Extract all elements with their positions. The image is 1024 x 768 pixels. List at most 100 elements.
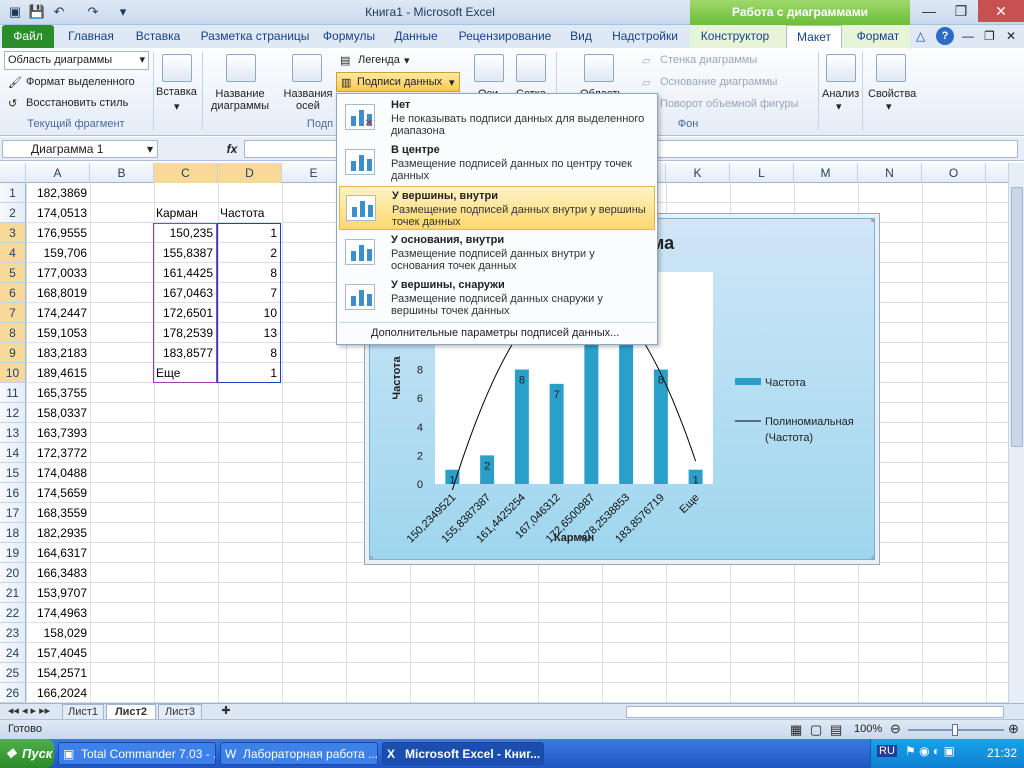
row-header-8[interactable]: 8	[0, 323, 26, 343]
language-indicator[interactable]: RU	[877, 745, 897, 757]
x-axis-title[interactable]: Карман	[554, 532, 594, 544]
help-icon[interactable]: ?	[936, 27, 954, 45]
row-header-9[interactable]: 9	[0, 343, 26, 363]
legend-button[interactable]: Легенда	[358, 54, 400, 66]
insert-button[interactable]: Вставка	[156, 86, 197, 98]
row-header-6[interactable]: 6	[0, 283, 26, 303]
chart-title-icon[interactable]	[226, 54, 256, 82]
cell-a22[interactable]: 174,4963	[26, 603, 90, 623]
analysis-icon[interactable]	[826, 54, 856, 82]
page-break-view-icon[interactable]: ▤	[830, 722, 842, 738]
row-header-2[interactable]: 2	[0, 203, 26, 223]
column-header-N[interactable]: N	[858, 163, 922, 183]
scrollbar-thumb[interactable]	[1011, 187, 1023, 447]
analysis-button[interactable]: Анализ	[822, 88, 859, 100]
data-labels-button[interactable]: ▥ Подписи данных ▾	[336, 72, 460, 92]
resize-handle[interactable]	[871, 218, 875, 222]
menu-item-center[interactable]: В центре Размещение подписей данных по це…	[339, 141, 655, 185]
menu-item-none[interactable]: ✕ Нет Не показывать подписи данных для выд…	[339, 96, 655, 140]
start-button[interactable]: ❖ Пуск	[0, 739, 54, 768]
zoom-level[interactable]: 100%	[854, 723, 882, 735]
page-layout-view-icon[interactable]: ▢	[810, 722, 822, 738]
cell-a8[interactable]: 159,1053	[26, 323, 90, 343]
legend-entry-trendline[interactable]: Полиномиальная	[765, 416, 854, 428]
row-header-17[interactable]: 17	[0, 503, 26, 523]
tab-page-layout[interactable]: Разметка страницы	[194, 25, 316, 48]
legend-entry[interactable]: Частота	[765, 377, 807, 389]
legend-entry-trendline[interactable]: (Частота)	[765, 432, 813, 444]
cell-a11[interactable]: 165,3755	[26, 383, 90, 403]
chart-title-button[interactable]: Название диаграммы	[208, 88, 272, 112]
doc-close-icon[interactable]: ✕	[1006, 29, 1016, 43]
menu-item-inside-end[interactable]: У вершины, внутри Размещение подписей дан…	[339, 186, 655, 230]
row-header-22[interactable]: 22	[0, 603, 26, 623]
doc-minimize-icon[interactable]: —	[962, 29, 974, 43]
tab-format[interactable]: Формат	[846, 25, 910, 48]
tab-addins[interactable]: Надстройки	[604, 25, 686, 48]
horizontal-scrollbar[interactable]	[626, 706, 1004, 718]
row-header-3[interactable]: 3	[0, 223, 26, 243]
cell-a10[interactable]: 189,4615	[26, 363, 90, 383]
row-header-14[interactable]: 14	[0, 443, 26, 463]
cell-a5[interactable]: 177,0033	[26, 263, 90, 283]
format-selection-button[interactable]: Формат выделенного	[26, 76, 135, 88]
cell-a4[interactable]: 159,706	[26, 243, 90, 263]
chart-elements-dropdown[interactable]: Область диаграммы ▾	[4, 51, 149, 70]
chart-wall-button[interactable]: Стенка диаграммы	[660, 54, 757, 66]
cell-d2[interactable]: Частота	[220, 203, 280, 223]
insert-function-button[interactable]: fx	[222, 140, 242, 158]
select-all-corner[interactable]	[0, 163, 26, 183]
axes-icon[interactable]	[474, 54, 504, 82]
doc-restore-icon[interactable]: ❐	[984, 29, 995, 43]
cell-a20[interactable]: 166,3483	[26, 563, 90, 583]
cell-a17[interactable]: 168,3559	[26, 503, 90, 523]
cell-a19[interactable]: 164,6317	[26, 543, 90, 563]
properties-button[interactable]: Свойства	[868, 88, 916, 100]
column-header-M[interactable]: M	[794, 163, 858, 183]
zoom-in-icon[interactable]: ⊕	[1008, 721, 1019, 737]
row-header-12[interactable]: 12	[0, 403, 26, 423]
insert-shapes-icon[interactable]	[162, 54, 192, 82]
row-header-24[interactable]: 24	[0, 643, 26, 663]
row-header-26[interactable]: 26	[0, 683, 26, 703]
cell-a16[interactable]: 174,5659	[26, 483, 90, 503]
close-icon[interactable]: ✕	[978, 0, 1024, 22]
tab-file[interactable]: Файл	[2, 25, 54, 48]
bar[interactable]	[584, 340, 599, 484]
axis-titles-button[interactable]: Названия осей	[280, 88, 336, 112]
cell-c2[interactable]: Карман	[156, 203, 216, 223]
cell-a12[interactable]: 158,0337	[26, 403, 90, 423]
row-header-4[interactable]: 4	[0, 243, 26, 263]
cell-a6[interactable]: 168,8019	[26, 283, 90, 303]
column-header-L[interactable]: L	[730, 163, 794, 183]
tab-formulas[interactable]: Формулы	[318, 25, 380, 48]
gridlines-icon[interactable]	[516, 54, 546, 82]
cell-a24[interactable]: 157,4045	[26, 643, 90, 663]
cell-a1[interactable]: 182,3869	[26, 183, 90, 203]
task-excel[interactable]: X Microsoft Excel - Книг...	[382, 742, 544, 765]
cell-a26[interactable]: 166,2024	[26, 683, 90, 703]
task-word[interactable]: W Лабораторная работа ...	[220, 742, 378, 765]
tab-data[interactable]: Данные	[386, 25, 446, 48]
cell-a18[interactable]: 182,2935	[26, 523, 90, 543]
y-axis-title[interactable]: Частота	[391, 356, 403, 400]
row-header-5[interactable]: 5	[0, 263, 26, 283]
row-header-21[interactable]: 21	[0, 583, 26, 603]
row-header-25[interactable]: 25	[0, 663, 26, 683]
row-header-7[interactable]: 7	[0, 303, 26, 323]
tray-icons[interactable]: ⚑ ◉ ◐ ▣	[905, 744, 955, 758]
3d-rotation-button[interactable]: Поворот объемной фигуры	[660, 98, 799, 110]
column-header-A[interactable]: A	[26, 163, 90, 183]
cell-a14[interactable]: 172,3772	[26, 443, 90, 463]
cell-a3[interactable]: 176,9555	[26, 223, 90, 243]
tab-design[interactable]: Конструктор	[692, 25, 778, 48]
cell-a2[interactable]: 174,0513	[26, 203, 90, 223]
row-header-18[interactable]: 18	[0, 523, 26, 543]
restore-icon[interactable]: ❐	[946, 0, 976, 22]
row-header-19[interactable]: 19	[0, 543, 26, 563]
tab-insert[interactable]: Вставка	[126, 25, 190, 48]
minimize-ribbon-icon[interactable]: △	[916, 29, 925, 43]
column-header-D[interactable]: D	[218, 163, 282, 183]
row-header-10[interactable]: 10	[0, 363, 26, 383]
menu-item-outside-end[interactable]: У вершины, снаружи Размещение подписей да…	[339, 276, 655, 320]
